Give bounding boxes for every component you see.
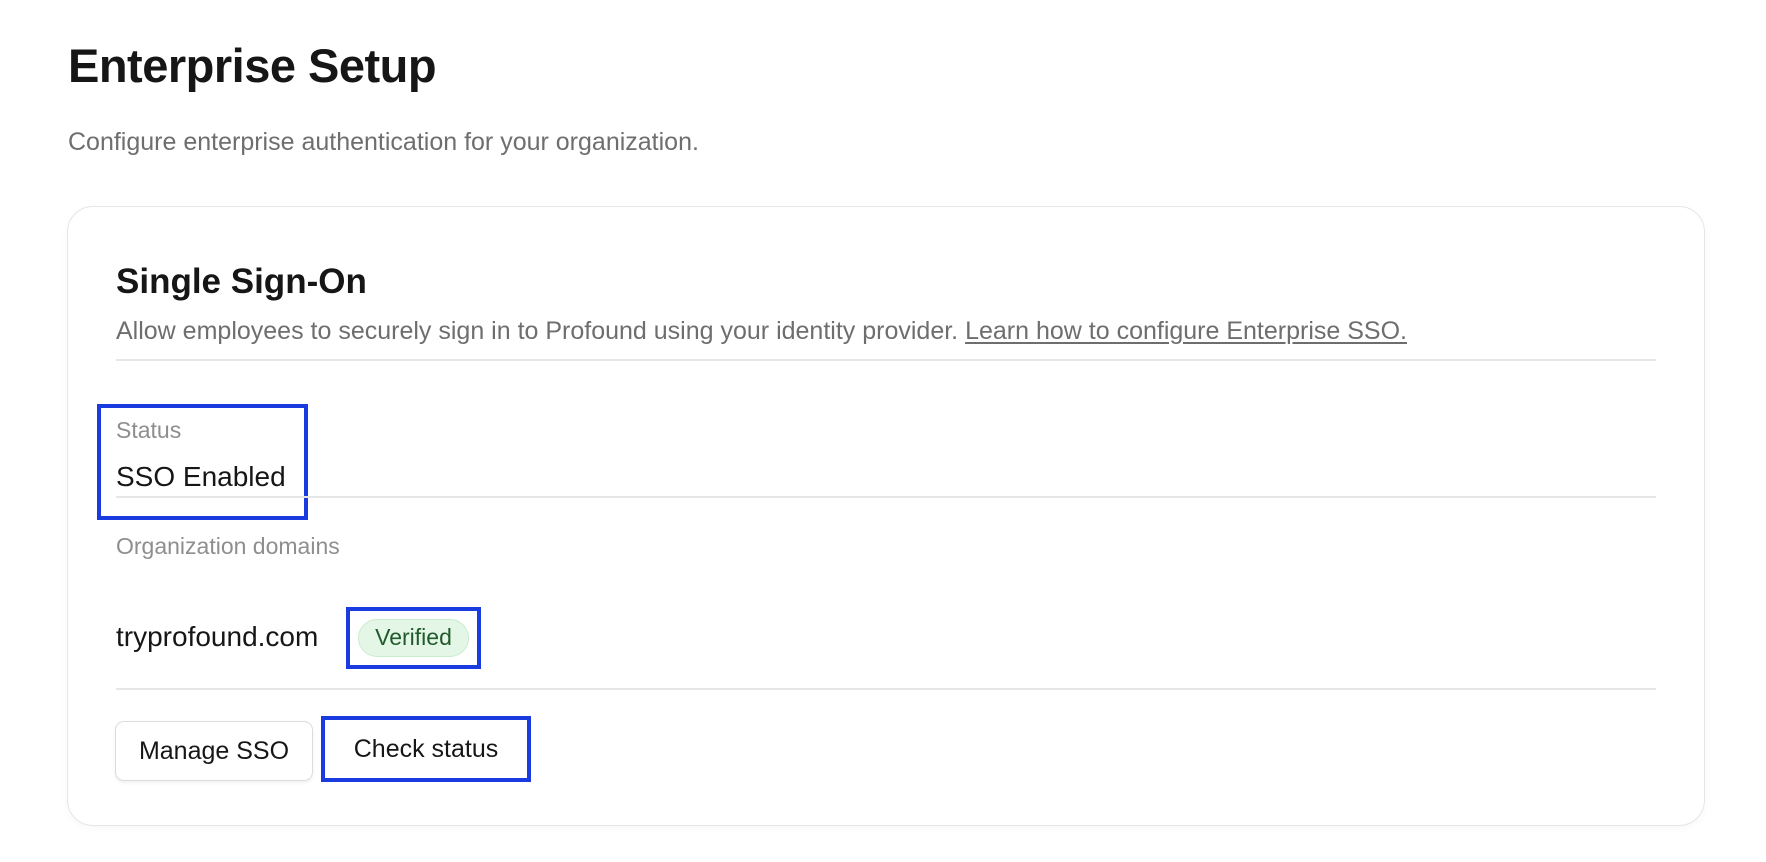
divider xyxy=(116,688,1656,690)
divider xyxy=(116,359,1656,361)
page-title: Enterprise Setup xyxy=(68,39,437,92)
domains-label: Organization domains xyxy=(116,533,340,559)
enterprise-setup-page: Enterprise Setup Configure enterprise au… xyxy=(0,0,1766,862)
manage-sso-button[interactable]: Manage SSO xyxy=(115,721,313,781)
sso-card: Single Sign-On Allow employees to secure… xyxy=(67,206,1705,826)
domain-value: tryprofound.com xyxy=(116,621,319,652)
status-label: Status xyxy=(116,417,182,443)
divider xyxy=(116,496,1656,498)
page-subtitle: Configure enterprise authentication for … xyxy=(68,128,699,156)
sso-card-title: Single Sign-On xyxy=(116,262,367,301)
sso-card-description: Allow employees to securely sign in to P… xyxy=(116,315,1407,347)
verified-badge-frame: Verified xyxy=(346,607,481,669)
status-value: SSO Enabled xyxy=(116,461,286,492)
learn-sso-link[interactable]: Learn how to configure Enterprise SSO. xyxy=(965,317,1407,345)
sso-description-text: Allow employees to securely sign in to P… xyxy=(116,317,959,345)
check-status-button[interactable]: Check status xyxy=(321,716,531,782)
verified-badge: Verified xyxy=(358,619,469,657)
status-section: Status SSO Enabled xyxy=(97,404,308,520)
